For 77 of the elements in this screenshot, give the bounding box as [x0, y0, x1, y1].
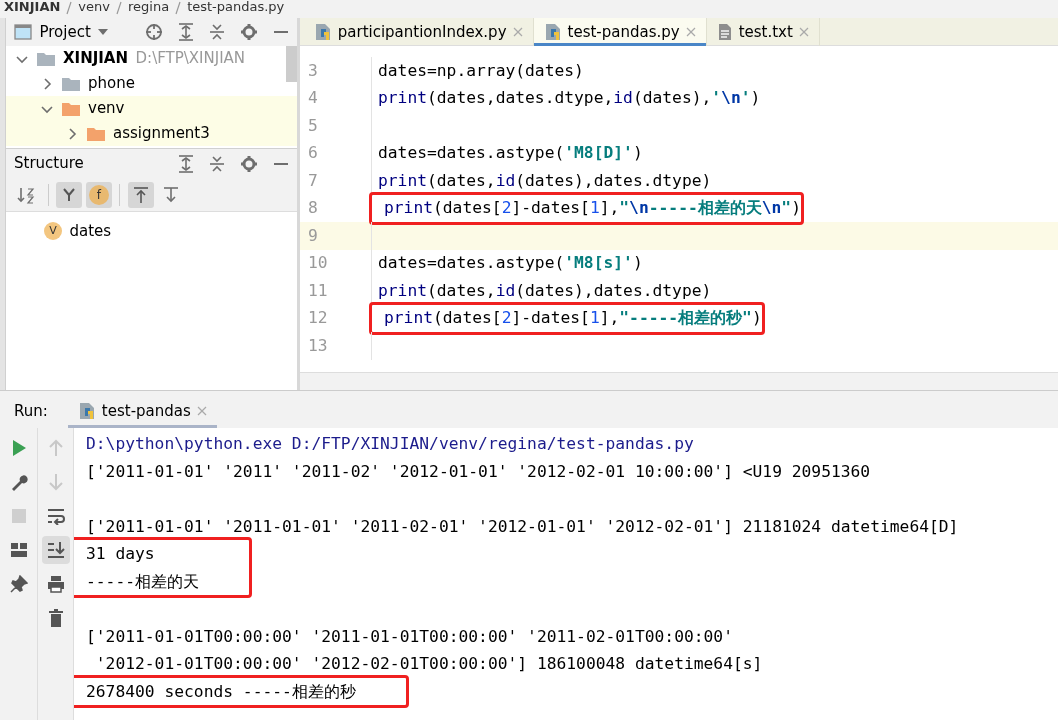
scroll-to-source-icon[interactable] — [162, 185, 179, 204]
python-file-icon — [543, 23, 562, 41]
console-line: ['2011-01-01' '2011-01-01' '2011-02-01' '2012-01-01' '2012-02-01'] 21181024 datetime64[D] — [86, 515, 959, 538]
soft-wrap-icon[interactable] — [46, 507, 65, 525]
separator-icon — [65, 0, 74, 15]
code-line: print(dates[2]-dates[1],"-----相差的秒") — [383, 307, 762, 330]
console-line: 2678400 seconds -----相差的秒 — [86, 680, 356, 703]
tree-item[interactable]: venv — [88, 97, 125, 120]
variable-badge: V — [44, 221, 62, 240]
scrollbar[interactable] — [286, 46, 297, 82]
chevron-right-icon[interactable] — [66, 127, 78, 140]
folder-path: D:\FTP\XINJIAN — [135, 48, 246, 70]
console-line: 31 days — [86, 543, 156, 565]
code-line: print(dates[2]-dates[1],"\n-----相差的天\n") — [383, 197, 801, 220]
toggle-button[interactable] — [56, 181, 82, 208]
settings-icon[interactable] — [240, 154, 258, 173]
toggle-button[interactable] — [127, 181, 154, 208]
line-number: 8 — [308, 197, 318, 220]
line-number: 6 — [308, 142, 318, 165]
locate-icon[interactable] — [145, 23, 163, 41]
text-file-icon — [716, 23, 733, 41]
line-number: 3 — [308, 59, 318, 82]
scroll-from-source-icon[interactable] — [132, 185, 149, 204]
structure-item[interactable]: dates — [69, 219, 112, 242]
code-line: print(dates,dates.dtype,id(dates),'\n') — [377, 88, 761, 108]
folder-icon — [35, 50, 56, 67]
line-number: 10 — [308, 252, 328, 275]
line-number: 13 — [308, 334, 328, 357]
line-number: 4 — [308, 87, 318, 110]
panel-title: Structure — [14, 153, 84, 175]
code-line: print(dates,id(dates),dates.dtype) — [377, 170, 712, 190]
run-icon[interactable] — [10, 439, 27, 457]
console-line: ['2011-01-01T00:00:00' '2011-01-01T00:00:00' '2011-02-01T00:00:00' — [86, 625, 734, 648]
editor-tab[interactable]: test-pandas.py — [533, 18, 707, 46]
hierarchy-icon[interactable] — [61, 186, 77, 203]
line-number: 5 — [308, 114, 318, 137]
breadcrumb-item[interactable]: XINJIAN — [4, 0, 61, 14]
collapse-all-icon[interactable] — [209, 23, 225, 41]
expand-all-icon[interactable] — [178, 23, 194, 41]
line-number: 11 — [308, 279, 328, 302]
console-line: '2012-01-01T00:00:00' '2012-02-01T00:00:00'] 186100048 datetime64[s] — [94, 653, 763, 675]
line-number: 9 — [308, 224, 318, 247]
code-line: dates=dates.astype('M8[D]') — [377, 143, 643, 163]
settings-icon[interactable] — [240, 23, 258, 41]
dropdown-caret-icon — [98, 29, 109, 35]
separator-icon — [174, 0, 183, 15]
python-file-icon — [313, 23, 332, 41]
console-line: ['2011-01-01' '2011' '2011-02' '2012-01-01' '2012-02-01 10:00:00'] <U19 20951360 — [86, 460, 871, 483]
chevron-right-icon[interactable] — [41, 77, 53, 90]
collapse-all-icon[interactable] — [209, 154, 225, 173]
code-line: dates=dates.astype('M8[s]') — [377, 253, 643, 273]
console-line: D:\python\python.exe D:/FTP/XINJIAN/venv/regina/test-pandas.py — [86, 433, 695, 455]
panel-label: Run: — [14, 400, 48, 422]
tree-item[interactable]: phone — [88, 72, 135, 95]
line-number: 12 — [308, 307, 328, 330]
folder-icon — [85, 125, 106, 142]
run-tab[interactable]: test-pandas — [67, 394, 217, 428]
breadcrumb-item[interactable]: regina — [128, 0, 170, 14]
expand-all-icon[interactable] — [178, 154, 194, 173]
folder-icon — [60, 75, 81, 92]
print-icon[interactable] — [46, 575, 65, 593]
tree-item[interactable]: XINJIAN — [63, 47, 129, 70]
folder-icon — [60, 100, 81, 117]
console-line: -----相差的天 — [86, 570, 199, 593]
pin-icon[interactable] — [9, 575, 28, 593]
view-selector[interactable]: Project — [14, 20, 109, 44]
code-line: print(dates,id(dates),dates.dtype) — [377, 280, 712, 300]
layout-icon[interactable] — [9, 542, 28, 558]
separator-icon — [115, 0, 123, 15]
trash-icon[interactable] — [47, 609, 64, 627]
breadcrumb-item[interactable]: venv — [78, 0, 110, 14]
python-file-icon — [77, 402, 96, 420]
breadcrumb-item[interactable]: test-pandas.py — [187, 0, 285, 14]
window-icon — [14, 24, 32, 40]
line-number: 7 — [308, 169, 318, 192]
code-line: dates=np.array(dates) — [377, 60, 584, 80]
scroll-to-end-icon[interactable] — [46, 541, 65, 559]
